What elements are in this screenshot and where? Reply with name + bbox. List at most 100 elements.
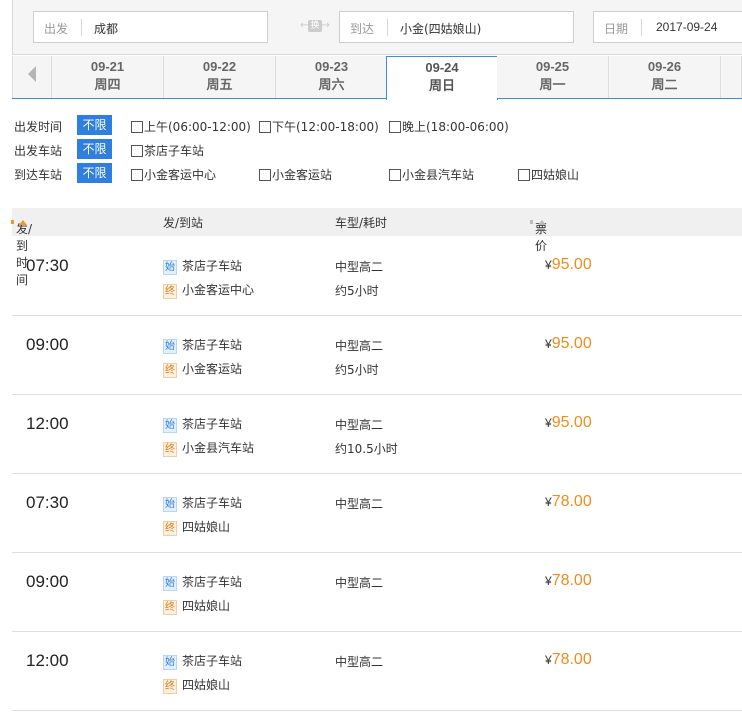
filter-option[interactable]: 小金客运站 (259, 166, 332, 183)
table-row[interactable]: 07:30 始茶店子车站终小金客运中心 中型高二 约5小时 ¥95.00 (12, 237, 742, 316)
checkbox[interactable] (389, 169, 401, 181)
swap-icon: 换 (308, 20, 322, 32)
table-row[interactable]: 07:30 始茶店子车站终四姑娘山 中型高二 ¥78.00 (12, 474, 742, 553)
date-tab-weekday: 周一 (539, 77, 566, 92)
bus-type: 中型高二 (335, 418, 384, 432)
filter-option-label: 小金客运中心 (144, 168, 217, 182)
date-tab-date: 09-25 (535, 59, 570, 74)
filter-option[interactable]: 晚上(18:00-06:00) (389, 118, 509, 135)
date-tab[interactable]: 09-25 周一 (497, 56, 609, 98)
filter-option-label: 下午(12:00-18:00) (272, 120, 379, 134)
filter-label: 出发时间 (14, 120, 63, 134)
date-tab[interactable]: 09-22 周五 (164, 56, 276, 98)
filter-arrival-station: 到达车站 不限 小金客运中心 小金客运站 小金县汽车站 四姑娘山 (14, 163, 742, 183)
to-station: 终四姑娘山 (163, 518, 230, 536)
departure-city-value[interactable]: 成都 (94, 20, 118, 37)
departure-city-field[interactable]: 出发 成都 (33, 11, 268, 43)
to-station: 终小金县汽车站 (163, 439, 254, 457)
filter-departure-station: 出发车站 不限 茶店子车站 (14, 139, 742, 159)
arrival-city-field[interactable]: 到达 小金(四姑娘山) (339, 11, 574, 43)
end-station-icon: 终 (163, 442, 177, 457)
end-station-icon: 终 (163, 679, 177, 694)
from-station: 始茶店子车站 (163, 257, 242, 275)
to-station: 终四姑娘山 (163, 597, 230, 615)
unlimited-button[interactable]: 不限 (77, 139, 112, 159)
arrival-label: 到达 (350, 22, 375, 36)
date-tab-weekday: 周日 (428, 78, 455, 93)
start-station-icon: 始 (163, 260, 177, 275)
field-divider (81, 19, 82, 36)
unlimited-button[interactable]: 不限 (77, 163, 112, 183)
date-tab-weekday: 周二 (651, 77, 678, 92)
from-station-name: 茶店子车站 (182, 338, 243, 352)
date-tab[interactable]: 09-26 周二 (609, 56, 721, 98)
date-tab-date: 09-23 (314, 59, 349, 74)
filter-option[interactable]: 上午(06:00-12:00) (131, 118, 251, 135)
from-station: 始茶店子车站 (163, 336, 242, 354)
to-station-name: 四姑娘山 (182, 678, 231, 692)
to-station-name: 小金客运中心 (182, 283, 255, 297)
filter-option-label: 四姑娘山 (531, 168, 580, 182)
departure-time: 09:00 (26, 572, 69, 591)
bus-type: 中型高二 (335, 497, 384, 511)
travel-duration: 约5小时 (335, 363, 379, 377)
date-tab-selected[interactable]: 09-24 周日 (386, 56, 498, 100)
date-tab[interactable]: 09-23 周六 (276, 56, 388, 98)
from-station-name: 茶店子车站 (182, 417, 243, 431)
travel-duration: 约5小时 (335, 284, 379, 298)
date-tab[interactable]: 09-21 周四 (52, 56, 164, 98)
ticket-price: ¥95.00 (545, 414, 592, 432)
end-station-icon: 终 (163, 363, 177, 378)
from-station-name: 茶店子车站 (182, 575, 243, 589)
date-value[interactable]: 2017-09-24 (656, 20, 717, 34)
currency-symbol: ¥ (545, 258, 552, 272)
currency-symbol: ¥ (545, 337, 552, 351)
price-amount: 95.00 (551, 335, 592, 352)
swap-left-arrow-icon: ← (300, 20, 309, 31)
start-station-icon: 始 (163, 339, 177, 354)
date-label: 日期 (604, 22, 629, 36)
filter-option[interactable]: 下午(12:00-18:00) (259, 118, 379, 135)
checkbox[interactable] (259, 169, 271, 181)
ticket-price: ¥78.00 (545, 572, 592, 590)
departure-label: 出发 (44, 22, 69, 36)
table-row[interactable]: 09:00 始茶店子车站终小金客运站 中型高二 约5小时 ¥95.00 (12, 316, 742, 395)
checkbox[interactable] (131, 145, 143, 157)
from-station-name: 茶店子车站 (182, 654, 243, 668)
filter-option[interactable]: 四姑娘山 (518, 166, 579, 183)
ticket-price: ¥95.00 (545, 256, 592, 274)
filter-option-label: 小金县汽车站 (402, 168, 475, 182)
date-tab-date: 09-22 (202, 59, 237, 74)
from-station: 始茶店子车站 (163, 415, 242, 433)
checkbox[interactable] (518, 169, 530, 181)
unlimited-button[interactable]: 不限 (77, 115, 112, 135)
filter-option[interactable]: 小金客运中心 (131, 166, 216, 183)
ticket-price: ¥78.00 (545, 651, 592, 669)
checkbox[interactable] (131, 121, 143, 133)
search-bar: 出发 成都 ← 换 → 到达 小金(四姑娘山) 日期 2017-09-24 (12, 0, 742, 55)
date-field[interactable]: 日期 2017-09-24 (593, 11, 742, 43)
swap-right-arrow-icon: → (321, 20, 330, 31)
table-row[interactable]: 12:00 始茶店子车站终小金县汽车站 中型高二 约10.5小时 ¥95.00 (12, 395, 742, 474)
date-tab-weekday: 周五 (206, 77, 233, 92)
checkbox[interactable] (389, 121, 401, 133)
table-header: 发/到时间 发/到站 车型/耗时 票价 (10, 208, 742, 287)
table-row[interactable]: 09:00 始茶店子车站终四姑娘山 中型高二 ¥78.00 (12, 553, 742, 632)
previous-dates-button[interactable] (12, 56, 52, 98)
filter-option-label: 茶店子车站 (144, 144, 205, 158)
filter-option[interactable]: 茶店子车站 (131, 142, 204, 159)
filter-option[interactable]: 小金县汽车站 (389, 166, 474, 183)
sort-up-icon (538, 220, 546, 225)
date-tab-weekday: 周四 (94, 77, 121, 92)
table-row[interactable]: 12:00 始茶店子车站终四姑娘山 中型高二 ¥78.00 (12, 632, 742, 711)
from-station: 始茶店子车站 (163, 494, 242, 512)
swap-cities-button[interactable]: ← 换 → (299, 20, 331, 34)
date-tab-partial[interactable] (721, 56, 742, 98)
arrival-city-value[interactable]: 小金(四姑娘山) (400, 20, 481, 37)
field-divider (387, 19, 388, 36)
date-tab-date: 09-21 (90, 59, 125, 74)
checkbox[interactable] (131, 169, 143, 181)
checkbox[interactable] (259, 121, 271, 133)
sort-up-icon-stem (529, 220, 533, 224)
sort-up-icon (19, 220, 27, 225)
